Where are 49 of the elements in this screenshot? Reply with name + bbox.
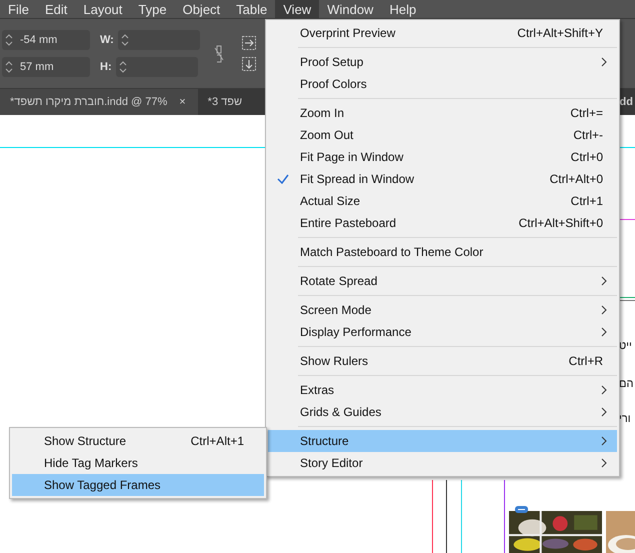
menu-item[interactable]: Fit Page in Window Ctrl+0 <box>268 146 617 168</box>
menu-item[interactable]: Screen Mode <box>268 299 617 321</box>
menu-item[interactable]: Show Tagged Frames <box>12 474 264 496</box>
menu-item[interactable]: Proof Setup <box>268 51 617 73</box>
menu-title[interactable]: File <box>0 0 37 18</box>
stepper-icon[interactable] <box>118 59 128 75</box>
menu-item[interactable]: Overprint Preview Ctrl+Alt+Shift+Y <box>268 22 617 44</box>
height-field[interactable] <box>116 57 198 77</box>
menu-item[interactable]: Entire Pasteboard Ctrl+Alt+Shift+0 <box>268 212 617 234</box>
menu-item[interactable]: Zoom In Ctrl+= <box>268 102 617 124</box>
menu-item[interactable]: Fit Spread in Window Ctrl+Alt+0 <box>268 168 617 190</box>
menu-item[interactable]: Proof Colors <box>268 73 617 95</box>
width-field[interactable] <box>118 30 200 50</box>
stepper-icon[interactable] <box>120 32 130 48</box>
menu-item[interactable]: Structure <box>268 430 617 452</box>
menu-title[interactable]: Table <box>228 0 276 18</box>
stepper-icon[interactable] <box>4 59 14 75</box>
stepper-icon[interactable] <box>4 32 14 48</box>
menu-title[interactable]: View <box>275 0 320 18</box>
menu-item[interactable]: Story Editor <box>268 452 617 474</box>
close-icon[interactable]: × <box>179 96 186 108</box>
menu-item[interactable]: Show Structure Ctrl+Alt+1 <box>12 430 264 452</box>
body-text: ייט <box>619 340 632 352</box>
menu-title[interactable]: Window <box>319 0 382 18</box>
menu-item[interactable]: Actual Size Ctrl+1 <box>268 190 617 212</box>
menu-title[interactable]: Edit <box>36 0 76 18</box>
menu-title[interactable]: Help <box>381 0 424 18</box>
menu-title[interactable]: Layout <box>75 0 130 18</box>
menu-item[interactable]: Rotate Spread <box>268 270 617 292</box>
menu-item[interactable]: Display Performance <box>268 321 617 343</box>
document-tab[interactable]: *חוברת מיקרו תשפד.indd @ 77% × <box>0 89 198 115</box>
field-label: W: <box>100 34 114 46</box>
field-label: H: <box>100 61 112 73</box>
body-text: ורי <box>619 413 631 425</box>
menu-title[interactable]: Object <box>174 0 228 18</box>
align-right-icon[interactable] <box>242 36 256 50</box>
align-bottom-icon[interactable] <box>242 57 256 71</box>
menu-title[interactable]: Type <box>130 0 175 18</box>
menu-item[interactable]: Grids & Guides <box>268 401 617 423</box>
y-field[interactable]: 57 mm <box>2 57 90 77</box>
menu-item[interactable]: Hide Tag Markers <box>12 452 264 474</box>
link-badge-icon <box>515 506 528 513</box>
menu-item[interactable]: Show Rulers Ctrl+R <box>268 350 617 372</box>
document-tab[interactable]: *3 שפד <box>198 89 242 115</box>
x-field[interactable]: -54 mm <box>2 30 90 50</box>
menu-item[interactable]: Extras <box>268 379 617 401</box>
menu-item[interactable]: Zoom Out Ctrl+- <box>268 124 617 146</box>
body-text: הם <box>619 378 634 390</box>
menu-item[interactable]: Match Pasteboard to Theme Color <box>268 241 617 263</box>
